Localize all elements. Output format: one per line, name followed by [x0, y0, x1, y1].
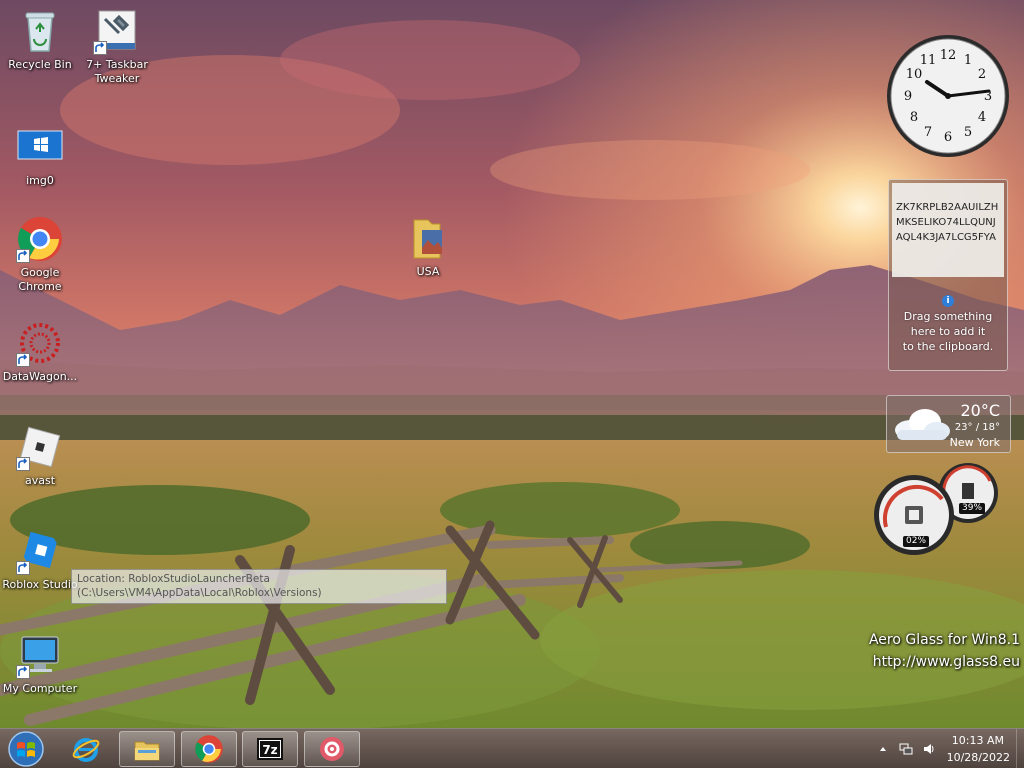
folder-icon: [404, 214, 452, 262]
desktop-icon-label: Roblox Studio: [2, 578, 78, 591]
desktop-icon-google-chrome[interactable]: Google Chrome: [1, 215, 79, 294]
taskbar-internet-explorer[interactable]: [58, 731, 114, 767]
shortcut-arrow-icon: [16, 353, 30, 367]
svg-text:1: 1: [964, 53, 972, 68]
clipboard-hint: Drag something here to add it to the cli…: [902, 310, 994, 353]
desktop-icon-label: USA: [416, 265, 440, 278]
svg-text:4: 4: [978, 110, 986, 125]
show-desktop-button[interactable]: [1016, 729, 1024, 768]
clock-gadget[interactable]: 12 12 345 678 91011: [885, 33, 1011, 159]
desktop-icon-label: Google Chrome: [18, 266, 62, 293]
shortcut-arrow-icon: [93, 41, 107, 55]
desktop-icon-label: 7+ Taskbar Tweaker: [86, 58, 148, 85]
system-tray: 10:13 AM 10/28/2022: [872, 729, 1024, 768]
chrome-icon: [195, 735, 223, 763]
taskbar: 7z 10:13 AM 10/28/2022: [0, 728, 1024, 768]
ie-icon: [72, 738, 100, 762]
desktop-icon-label: My Computer: [2, 682, 78, 695]
desktop-icon-datawagon[interactable]: DataWagon...: [1, 319, 79, 384]
taskbar-7zip[interactable]: 7z: [242, 731, 298, 767]
chrome-icon: [16, 215, 64, 263]
desktop-icon-label: avast: [24, 474, 56, 487]
watermark-line-1: Aero Glass for Win8.1: [868, 632, 1020, 648]
shortcut-arrow-icon: [16, 457, 30, 471]
watermark-line-2: http://www.glass8.eu: [872, 654, 1020, 670]
desktop-icon-img0[interactable]: img0: [1, 123, 79, 188]
svg-text:11: 11: [920, 53, 937, 68]
taskbar-file-explorer[interactable]: [119, 731, 175, 767]
info-icon: i: [942, 295, 954, 307]
weather-city: New York: [949, 436, 1000, 449]
roblox-studio-icon: [320, 737, 344, 761]
cpu-usage-readout: 02%: [903, 536, 930, 547]
image-file-icon: [16, 123, 64, 171]
file-explorer-icon: [134, 741, 160, 761]
svg-text:2: 2: [978, 67, 986, 82]
desktop-icon-avast[interactable]: avast: [1, 423, 79, 488]
svg-text:8: 8: [910, 110, 918, 125]
desktop-icon-label: DataWagon...: [2, 370, 78, 383]
desktop-icon-my-computer[interactable]: My Computer: [1, 631, 79, 696]
aero-glass-watermark: Aero Glass for Win8.1 http://www.glass8.…: [869, 629, 1020, 673]
weather-gadget[interactable]: 20°C 23° / 18° New York: [886, 395, 1011, 453]
svg-text:10: 10: [906, 67, 923, 82]
clipboard-code-text[interactable]: ZK7KRPLB2AAUILZHMKSELIKO74LLQUNJAQL4K3JA…: [892, 183, 1004, 277]
svg-text:6: 6: [944, 130, 952, 145]
weather-range: 23° / 18°: [954, 422, 1000, 433]
memory-usage-readout: 39%: [959, 503, 986, 514]
network-icon[interactable]: [899, 742, 913, 756]
svg-text:12: 12: [940, 48, 957, 63]
svg-text:5: 5: [964, 125, 972, 140]
taskbar-google-chrome[interactable]: [181, 731, 237, 767]
computer-icon: [16, 631, 64, 679]
desktop-icon-roblox-studio[interactable]: Roblox Studio: [1, 527, 79, 592]
location-tooltip: Location: RobloxStudioLauncherBeta (C:\U…: [71, 569, 447, 604]
desktop-icon-label: Recycle Bin: [8, 58, 72, 71]
clipboard-gadget[interactable]: ZK7KRPLB2AAUILZHMKSELIKO74LLQUNJAQL4K3JA…: [888, 179, 1008, 371]
desktop-icon-taskbar-tweaker[interactable]: 7+ Taskbar Tweaker: [78, 7, 156, 86]
7zip-icon: 7z: [257, 738, 283, 760]
tray-clock-time[interactable]: 10:13 AM: [952, 734, 1004, 747]
roblox-logo-icon: [16, 423, 64, 471]
svg-text:7z: 7z: [262, 743, 277, 757]
taskbar-tweaker-icon: [93, 7, 141, 55]
taskbar-roblox-studio[interactable]: [304, 731, 360, 767]
desktop-icon-usa-folder[interactable]: USA: [389, 214, 467, 279]
shortcut-arrow-icon: [16, 249, 30, 263]
recycle-bin-icon: [16, 7, 64, 55]
desktop-icon-label: img0: [26, 174, 54, 187]
cloud-icon: [895, 409, 950, 440]
roblox-studio-icon: [16, 527, 64, 575]
tray-clock-date[interactable]: 10/28/2022: [947, 751, 1010, 764]
shortcut-arrow-icon: [16, 561, 30, 575]
datawagon-icon: [16, 319, 64, 367]
svg-text:7: 7: [924, 125, 932, 140]
svg-text:9: 9: [904, 89, 912, 104]
shortcut-arrow-icon: [16, 665, 30, 679]
desktop-icon-recycle-bin[interactable]: Recycle Bin: [1, 7, 79, 72]
volume-icon[interactable]: [922, 742, 936, 756]
weather-temperature: 20°C: [960, 401, 1000, 420]
show-hidden-icons-icon[interactable]: [876, 742, 890, 756]
windows-logo-icon[interactable]: [4, 730, 48, 768]
